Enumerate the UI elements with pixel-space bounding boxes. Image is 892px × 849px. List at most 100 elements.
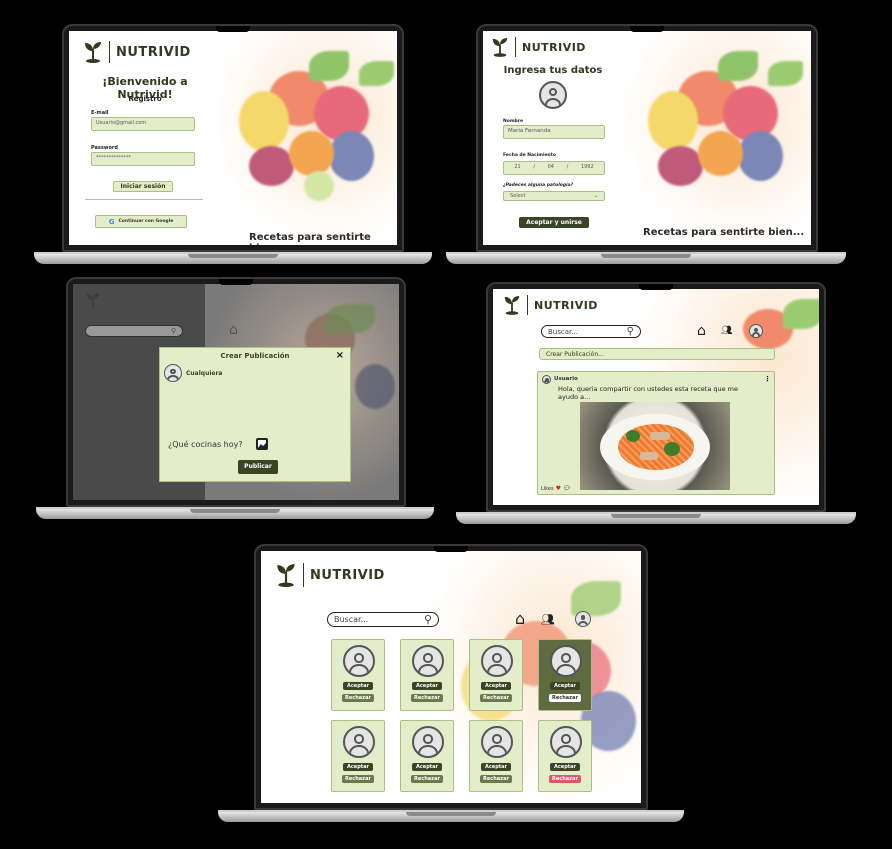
leaf-icon: [491, 37, 516, 57]
search-input[interactable]: Buscar... ⚲: [541, 325, 641, 338]
birth-month: 04: [547, 164, 554, 170]
request-card[interactable]: Aceptar Rechazar: [469, 639, 523, 711]
birth-day: 21: [514, 164, 521, 170]
fruit-background: [209, 31, 397, 245]
birthdate-label: Fecha de Nacimiento: [503, 153, 557, 158]
reject-button[interactable]: Rechazar: [480, 775, 512, 783]
request-card[interactable]: Aceptar Rechazar: [331, 639, 385, 711]
avatar: [412, 726, 444, 758]
avatar: [550, 726, 582, 758]
accept-button[interactable]: Aceptar: [343, 763, 373, 771]
google-icon: G: [108, 217, 115, 226]
brand-name: NUTRIVID: [522, 40, 586, 54]
name-field[interactable]: Maria Fernanda: [503, 125, 605, 139]
avatar: [164, 364, 182, 382]
tagline: Recetas para sentirte bien...: [643, 227, 805, 238]
camera-notch: [630, 26, 664, 32]
create-post-screen: ⚲ ⌂ Crear Publicación × Cualquiera ¿Qué …: [73, 284, 399, 500]
requests-screen: NUTRIVID Buscar... ⚲ ⌂ 👥︎ Aceptar Rechaza…: [261, 551, 641, 803]
brand-logo: NUTRIVID: [503, 295, 598, 315]
search-placeholder: Buscar...: [334, 615, 369, 624]
accept-button[interactable]: Aceptar: [412, 682, 442, 690]
login-screen: NUTRIVID ¡Bienvenido a Nutrivid! Registr…: [69, 31, 397, 245]
laptop-base: [218, 810, 684, 822]
profile-avatar[interactable]: [575, 611, 591, 627]
email-label: E-mail: [91, 110, 109, 116]
login-button[interactable]: Iniciar sesión: [113, 181, 173, 192]
request-card[interactable]: Aceptar Rechazar: [331, 720, 385, 792]
accept-button[interactable]: Aceptar: [343, 682, 373, 690]
accept-button[interactable]: Aceptar: [481, 682, 511, 690]
tagline: Recetas para sentirte bien...: [249, 232, 371, 245]
reject-button[interactable]: Rechazar: [342, 775, 374, 783]
profile-avatar[interactable]: [749, 324, 763, 338]
post-actions: Likes ♥ 💬︎: [541, 485, 571, 492]
search-input[interactable]: ⚲: [85, 325, 183, 337]
home-icon[interactable]: ⌂: [515, 609, 525, 628]
reject-button[interactable]: Rechazar: [411, 694, 443, 702]
brand-logo: NUTRIVID: [275, 563, 385, 587]
modal-title: Crear Publicación: [220, 352, 290, 360]
select-value: Select: [510, 193, 526, 199]
google-button[interactable]: G Continuar con Google: [95, 215, 187, 228]
accept-button[interactable]: Aceptar: [550, 682, 580, 690]
close-icon[interactable]: ×: [336, 350, 344, 361]
fruit-background: [618, 31, 811, 245]
search-icon: ⚲: [626, 326, 634, 337]
birthdate-field[interactable]: 21 / 04 / 1992: [503, 161, 605, 175]
birth-year: 1992: [580, 164, 594, 170]
reject-button[interactable]: Rechazar: [411, 775, 443, 783]
avatar[interactable]: [539, 81, 567, 109]
request-card[interactable]: Aceptar Rechazar: [469, 720, 523, 792]
search-placeholder: Buscar...: [548, 327, 578, 336]
post-card: Usuario ⋮ Hola, queria compartir con ust…: [537, 371, 775, 495]
camera-notch: [639, 284, 673, 290]
heart-icon[interactable]: ♥: [556, 485, 561, 492]
laptop-base: [36, 507, 434, 519]
request-card[interactable]: Aceptar Rechazar: [400, 639, 454, 711]
accept-button[interactable]: Aceptar: [412, 763, 442, 771]
email-field[interactable]: Usuario@gmail.com: [91, 117, 195, 131]
search-input[interactable]: Buscar... ⚲: [327, 612, 439, 627]
brand-logo: [85, 292, 101, 310]
avatar: [542, 375, 551, 384]
search-icon: ⚲: [423, 613, 432, 626]
reject-button[interactable]: Rechazar: [480, 694, 512, 702]
post-prompt[interactable]: ¿Qué cocinas hoy?: [168, 440, 243, 449]
password-label: Password: [91, 145, 118, 151]
pathology-select[interactable]: Select ⌄: [503, 191, 605, 201]
password-field[interactable]: **************: [91, 152, 195, 166]
name-label: Nombre: [503, 119, 524, 124]
more-options-icon[interactable]: ⋮: [764, 375, 771, 383]
image-icon[interactable]: [256, 438, 268, 450]
accept-button[interactable]: Aceptar: [550, 763, 580, 771]
register-title: Registro: [128, 95, 162, 103]
publish-button[interactable]: Publicar: [238, 460, 278, 474]
reject-button[interactable]: Rechazar: [342, 694, 374, 702]
request-card[interactable]: Aceptar Rechazar: [400, 720, 454, 792]
create-post-button[interactable]: Crear Publicación...: [539, 348, 775, 360]
accept-button[interactable]: Aceptar: [481, 763, 511, 771]
users-icon[interactable]: 👥︎: [541, 613, 555, 626]
laptop-lid: ⚲ ⌂ Crear Publicación × Cualquiera ¿Qué …: [66, 277, 406, 507]
avatar: [481, 645, 513, 677]
home-icon[interactable]: ⌂: [697, 323, 706, 339]
request-card[interactable]: Aceptar Rechazar: [538, 639, 592, 711]
chevron-down-icon: ⌄: [593, 193, 598, 199]
accept-join-button[interactable]: Aceptar y unirse: [519, 217, 589, 228]
date-separator: /: [533, 164, 535, 170]
request-card[interactable]: Aceptar Rechazar: [538, 720, 592, 792]
laptop-lid: NUTRIVID ¡Bienvenido a Nutrivid! Registr…: [62, 24, 404, 252]
avatar: [550, 645, 582, 677]
recipe-image[interactable]: [580, 402, 730, 490]
reject-button[interactable]: Rechazar: [549, 775, 581, 783]
laptop-base: [446, 252, 846, 264]
reject-button[interactable]: Rechazar: [549, 694, 581, 702]
leaf-icon: [503, 295, 528, 315]
divider: [85, 199, 203, 200]
brand-logo: NUTRIVID: [491, 37, 586, 57]
users-icon[interactable]: 👥︎: [721, 326, 732, 336]
home-icon[interactable]: ⌂: [229, 322, 238, 338]
brand-name: NUTRIVID: [534, 298, 598, 312]
comment-icon[interactable]: 💬︎: [563, 485, 571, 492]
